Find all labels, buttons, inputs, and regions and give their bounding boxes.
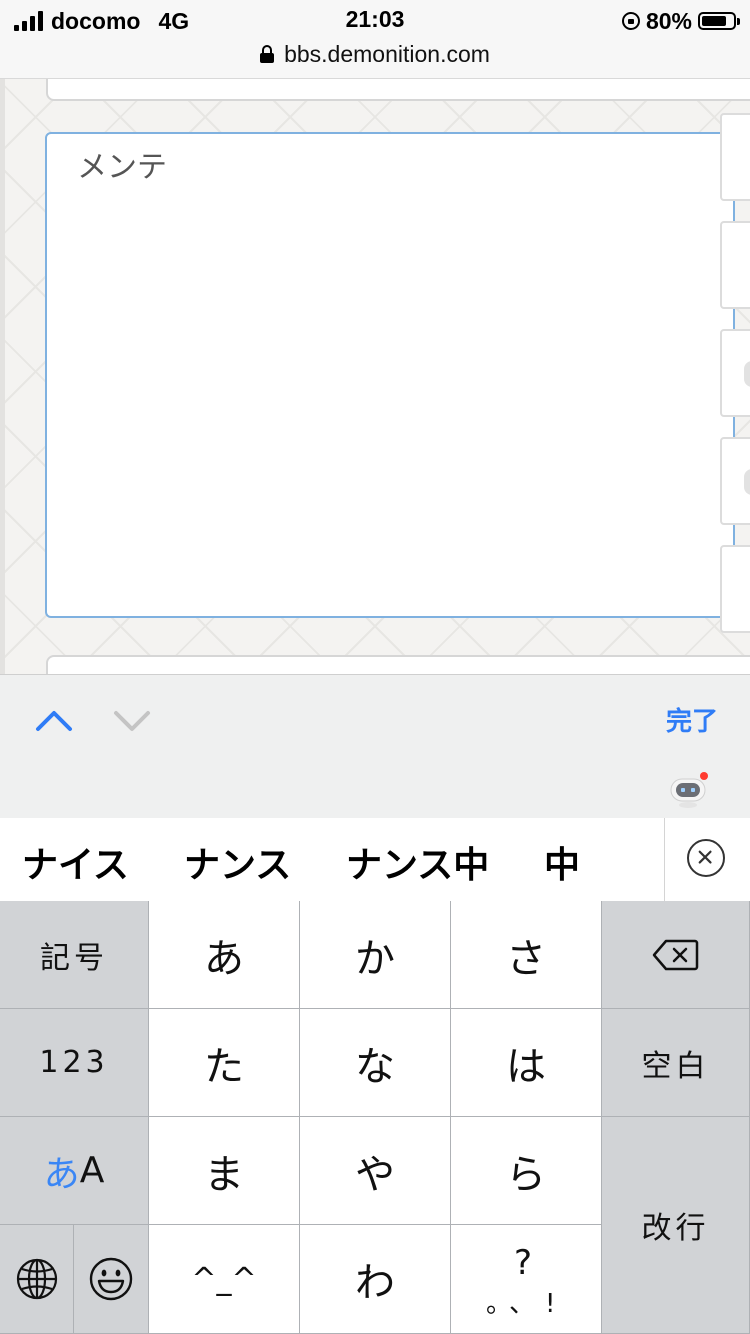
keyboard-toolbar — [0, 763, 750, 818]
kana-key-ya[interactable]: や — [300, 1117, 451, 1225]
kana-label: や — [355, 1151, 395, 1198]
kana-key-ha[interactable]: は — [451, 1009, 602, 1117]
candidate-item[interactable]: ナンス — [184, 836, 291, 888]
previous-field[interactable] — [46, 79, 750, 101]
orientation-lock-icon — [621, 12, 640, 30]
keyboard: 記号 あ か さ 123 た な は 空白 あ A ま や ら 改行 ^_^ わ… — [0, 901, 750, 1334]
symbols-label: 記号 — [40, 940, 108, 976]
hiragana-mode-label: あ — [43, 1153, 80, 1195]
return-key[interactable]: 改行 — [602, 1117, 750, 1334]
emoticon-label: ^_^ — [191, 1261, 257, 1297]
kana-label: ま — [204, 1151, 244, 1198]
kana-label: た — [204, 1043, 244, 1090]
side-button-2[interactable] — [720, 221, 750, 309]
symbols-key[interactable]: 記号 — [0, 901, 149, 1009]
kana-key-ra[interactable]: ら — [451, 1117, 602, 1225]
done-button[interactable]: 完了 — [666, 701, 718, 738]
space-key[interactable]: 空白 — [602, 1009, 750, 1117]
url-text[interactable]: bbs.demonition.com — [284, 41, 490, 68]
kana-label: さ — [506, 935, 546, 982]
space-label: 空白 — [641, 1048, 710, 1084]
next-field[interactable] — [46, 655, 750, 674]
globe-icon — [16, 1258, 57, 1300]
divider — [664, 818, 665, 901]
padlock-icon — [260, 45, 275, 63]
side-button-glyph — [744, 361, 750, 387]
kana-label: は — [506, 1043, 546, 1090]
status-bar: docomo 4G 21:03 80% bbs.demonition.com — [0, 0, 750, 79]
close-candidates-icon[interactable] — [687, 839, 725, 877]
side-button-4[interactable] — [720, 437, 750, 525]
chevron-down-icon[interactable] — [112, 701, 152, 741]
candidate-item[interactable]: ナンス中 — [346, 836, 489, 888]
address-bar[interactable]: bbs.demonition.com — [0, 38, 750, 70]
question-mark-label: ? — [514, 1243, 533, 1283]
input-accessory-bar: 完了 — [0, 674, 750, 764]
kana-label: か — [355, 935, 395, 982]
globe-key[interactable] — [0, 1225, 74, 1334]
numbers-key[interactable]: 123 — [0, 1009, 149, 1117]
backspace-key[interactable] — [602, 901, 750, 1009]
kana-key-ta[interactable]: た — [149, 1009, 300, 1117]
return-label: 改行 — [641, 1211, 710, 1246]
backspace-icon — [652, 939, 698, 970]
numbers-label: 123 — [39, 1045, 109, 1080]
kana-key-ma[interactable]: ま — [149, 1117, 300, 1225]
emoji-key[interactable] — [74, 1225, 149, 1334]
side-button-5[interactable] — [720, 545, 750, 633]
input-mode-key[interactable]: あ A — [0, 1117, 149, 1225]
kana-label: な — [355, 1043, 395, 1090]
kana-key-wa[interactable]: わ — [300, 1225, 451, 1334]
punctuation-label: 。、! — [486, 1289, 566, 1319]
kana-key-na[interactable]: な — [300, 1009, 451, 1117]
assistant-robot-icon[interactable] — [668, 771, 708, 811]
candidate-item[interactable]: 中 — [544, 836, 580, 888]
kana-label: ら — [506, 1151, 546, 1198]
emoji-icon — [89, 1257, 133, 1301]
candidate-item[interactable]: ナイス — [22, 836, 129, 888]
punctuation-key[interactable]: ? 。、! — [451, 1225, 602, 1334]
web-page — [0, 79, 750, 674]
chevron-up-icon[interactable] — [34, 701, 74, 741]
kana-key-ka[interactable]: か — [300, 901, 451, 1009]
kana-key-a[interactable]: あ — [149, 901, 300, 1009]
post-textarea[interactable] — [45, 132, 735, 618]
emoticon-key[interactable]: ^_^ — [149, 1225, 300, 1334]
kana-key-sa[interactable]: さ — [451, 901, 602, 1009]
punctuation-glyphs: ? 。、! — [486, 1239, 566, 1319]
side-button-glyph — [744, 469, 750, 495]
kana-label: あ — [204, 935, 244, 982]
side-button-1[interactable] — [720, 113, 750, 201]
kana-label: わ — [355, 1260, 395, 1306]
battery-percent: 80% — [645, 7, 692, 34]
battery-icon — [698, 12, 740, 30]
status-right: 80% — [621, 6, 740, 36]
alpha-mode-label: A — [79, 1150, 105, 1191]
page-border — [0, 79, 5, 674]
candidate-bar: ナイス ナンス ナンス中 中 — [0, 818, 750, 901]
side-button-3[interactable] — [720, 329, 750, 417]
